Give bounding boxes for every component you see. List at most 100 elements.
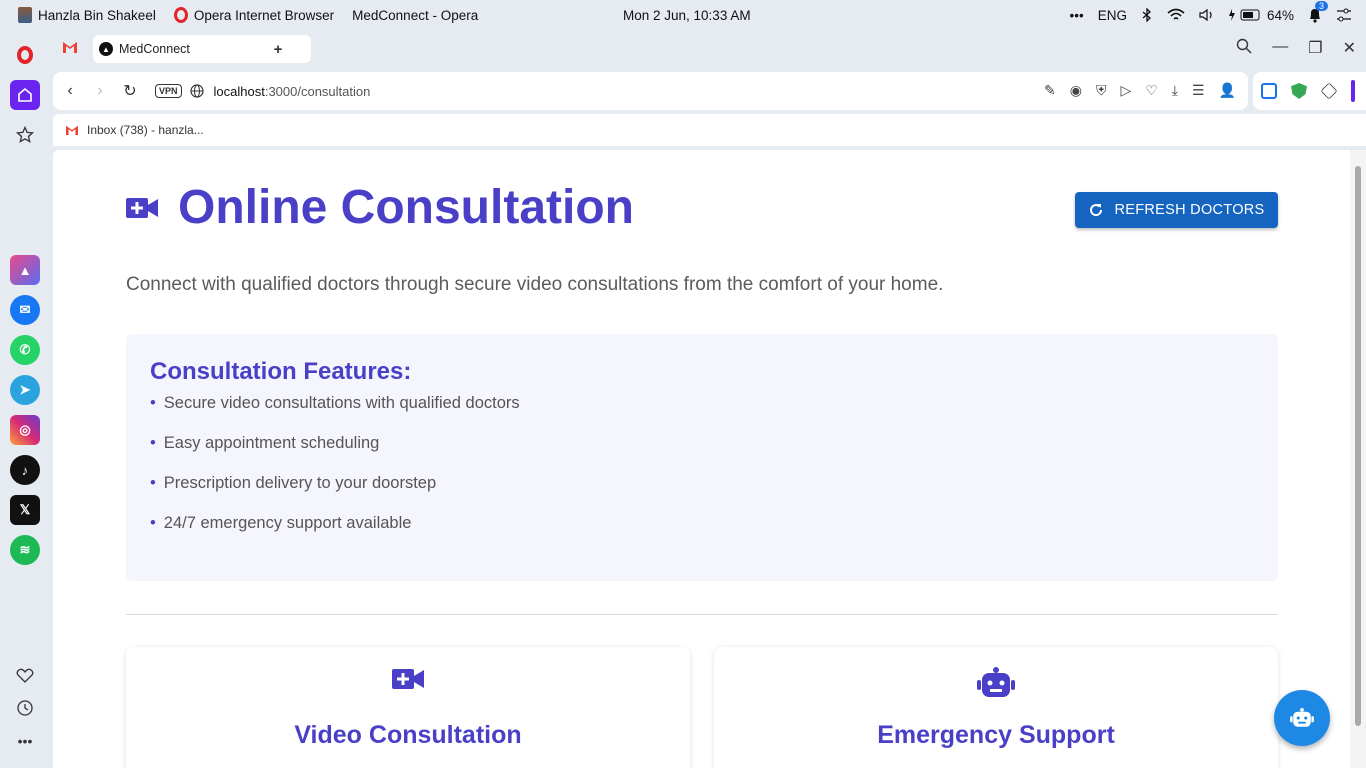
telegram-icon: ➤ — [10, 375, 40, 405]
card-title: Video Consultation — [294, 721, 522, 749]
sidebar-favorites-button[interactable] — [10, 661, 40, 691]
opera-menu-button[interactable] — [10, 40, 40, 70]
tab-strip: ▲ MedConnect + — ❐ ✕ — [50, 30, 1366, 70]
extension-shield-icon[interactable] — [1291, 83, 1307, 99]
sidebar-more-button[interactable]: ••• — [10, 726, 40, 756]
url-path: :3000/consultation — [264, 83, 371, 99]
whatsapp-icon: ✆ — [10, 335, 40, 365]
reload-button[interactable]: ↻ — [115, 81, 145, 101]
url-host: localhost — [213, 83, 265, 99]
feature-item: Prescription delivery to your doorstep — [150, 474, 1254, 514]
intro-text: Connect with qualified doctors through s… — [126, 274, 944, 295]
snapshot-camera-icon[interactable]: ◉ — [1070, 82, 1082, 99]
extension-overflow-indicator[interactable] — [1351, 80, 1355, 102]
minimize-button[interactable]: — — [1272, 38, 1288, 58]
forward-button[interactable]: › — [85, 82, 115, 100]
refresh-doctors-button[interactable]: REFRESH DOCTORS — [1075, 192, 1278, 228]
sidebar-messenger-button[interactable]: ✉ — [10, 295, 40, 325]
notifications-button[interactable]: 3 — [1308, 1, 1328, 23]
player-play-icon[interactable]: ▷ — [1120, 82, 1131, 99]
features-list: Secure video consultations with qualifie… — [150, 394, 1254, 554]
page-viewport: Online Consultation REFRESH DOCTORS Conn… — [53, 150, 1350, 768]
os-more-icon[interactable]: ••• — [1070, 8, 1084, 23]
close-window-button[interactable]: ✕ — [1343, 38, 1356, 58]
features-title: Consultation Features: — [150, 358, 412, 385]
video-plus-icon — [126, 197, 158, 218]
sidebar-bookmarks-button[interactable] — [10, 120, 40, 150]
spotify-icon: ≋ — [10, 535, 40, 565]
battery-icon — [1228, 9, 1260, 21]
wifi-icon[interactable] — [1167, 8, 1185, 22]
opera-sidebar: ▲ ✉ ✆ ➤ ◎ ♪ 𝕏 ≋ ••• — [0, 30, 50, 768]
refresh-doctors-label: REFRESH DOCTORS — [1114, 202, 1265, 218]
feature-item: Easy appointment scheduling — [150, 434, 1254, 474]
robot-icon — [977, 667, 1015, 697]
messenger-icon: ✉ — [10, 295, 40, 325]
new-tab-button[interactable]: + — [269, 40, 287, 58]
globe-icon — [189, 84, 204, 98]
account-icon[interactable]: 👤 — [1219, 82, 1236, 99]
easy-setup-icon[interactable]: ☰ — [1192, 82, 1205, 99]
os-browser-name: Opera Internet Browser — [193, 7, 335, 23]
notification-badge: 3 — [1314, 1, 1328, 11]
volume-icon[interactable] — [1199, 8, 1215, 22]
gmail-icon — [63, 42, 77, 53]
extensions-bar — [1253, 72, 1366, 110]
favorites-heart-icon[interactable]: ♡ — [1145, 82, 1158, 99]
bookmark-gmail-inbox[interactable]: Inbox (738) - hanzla... — [87, 123, 204, 137]
feature-item: 24/7 emergency support available — [150, 514, 1254, 554]
vpn-badge[interactable]: VPN — [155, 84, 182, 98]
opera-logo-icon — [173, 7, 188, 23]
clock-icon — [17, 700, 33, 716]
battery-indicator[interactable]: 64% — [1228, 7, 1294, 23]
downloads-icon[interactable]: ⤓ — [1172, 82, 1178, 99]
page-title: Online Consultation — [178, 181, 634, 234]
back-button[interactable]: ‹ — [55, 82, 85, 100]
os-taskbar: Hanzla Bin Shakeel Opera Internet Browse… — [0, 0, 1366, 30]
os-clock: Mon 2 Jun, 10:33 AM — [623, 8, 751, 23]
os-user-name: Hanzla Bin Shakeel — [38, 7, 156, 23]
opera-logo-icon — [17, 46, 33, 64]
sidebar-tiktok-button[interactable]: ♪ — [10, 455, 40, 485]
star-icon — [16, 126, 34, 143]
x-twitter-icon: 𝕏 — [10, 495, 40, 525]
video-plus-icon — [392, 669, 424, 689]
chatbot-fab-button[interactable] — [1274, 690, 1330, 746]
video-consultation-card[interactable]: Video Consultation — [126, 647, 690, 768]
search-tabs-icon[interactable] — [1236, 38, 1252, 54]
gmail-pinned-tab[interactable] — [62, 40, 78, 59]
sidebar-aria-button[interactable]: ▲ — [10, 255, 40, 285]
address-bar: ‹ › ↻ VPN localhost:3000/consultation ✎ … — [53, 72, 1248, 110]
sidebar-spotify-button[interactable]: ≋ — [10, 535, 40, 565]
emergency-support-card[interactable]: Emergency Support — [714, 647, 1278, 768]
heart-icon — [16, 668, 34, 683]
page-scrollbar[interactable] — [1350, 150, 1366, 768]
os-language[interactable]: ENG — [1098, 8, 1127, 23]
maximize-button[interactable]: ❐ — [1308, 38, 1322, 58]
sidebar-telegram-button[interactable]: ➤ — [10, 375, 40, 405]
page-header: Online Consultation — [126, 180, 634, 235]
section-divider — [126, 614, 1278, 615]
sidebar-instagram-button[interactable]: ◎ — [10, 415, 40, 445]
tiktok-icon: ♪ — [10, 455, 40, 485]
edit-page-icon[interactable]: ✎ — [1044, 82, 1056, 99]
refresh-icon — [1090, 204, 1103, 217]
bookmarks-bar: Inbox (738) - hanzla... — [53, 114, 1366, 146]
scrollbar-thumb[interactable] — [1355, 166, 1361, 726]
bluetooth-icon[interactable] — [1141, 8, 1153, 22]
os-window-title: MedConnect - Opera — [352, 7, 479, 23]
user-avatar-icon — [18, 7, 32, 23]
battery-percent: 64% — [1266, 7, 1294, 23]
card-title: Emergency Support — [877, 721, 1115, 749]
extension-translate-icon[interactable] — [1261, 83, 1277, 99]
sidebar-history-button[interactable] — [10, 693, 40, 723]
settings-sliders-icon[interactable] — [1336, 7, 1352, 23]
aria-icon: ▲ — [10, 255, 40, 285]
url-field[interactable]: localhost:3000/consultation — [214, 84, 371, 99]
sidebar-whatsapp-button[interactable]: ✆ — [10, 335, 40, 365]
extension-cube-icon[interactable] — [1320, 82, 1338, 100]
sidebar-x-button[interactable]: 𝕏 — [10, 495, 40, 525]
tab-title: MedConnect — [119, 42, 190, 56]
adblock-shield-icon[interactable]: ⛨ — [1096, 82, 1107, 99]
sidebar-home-button[interactable] — [10, 80, 40, 110]
